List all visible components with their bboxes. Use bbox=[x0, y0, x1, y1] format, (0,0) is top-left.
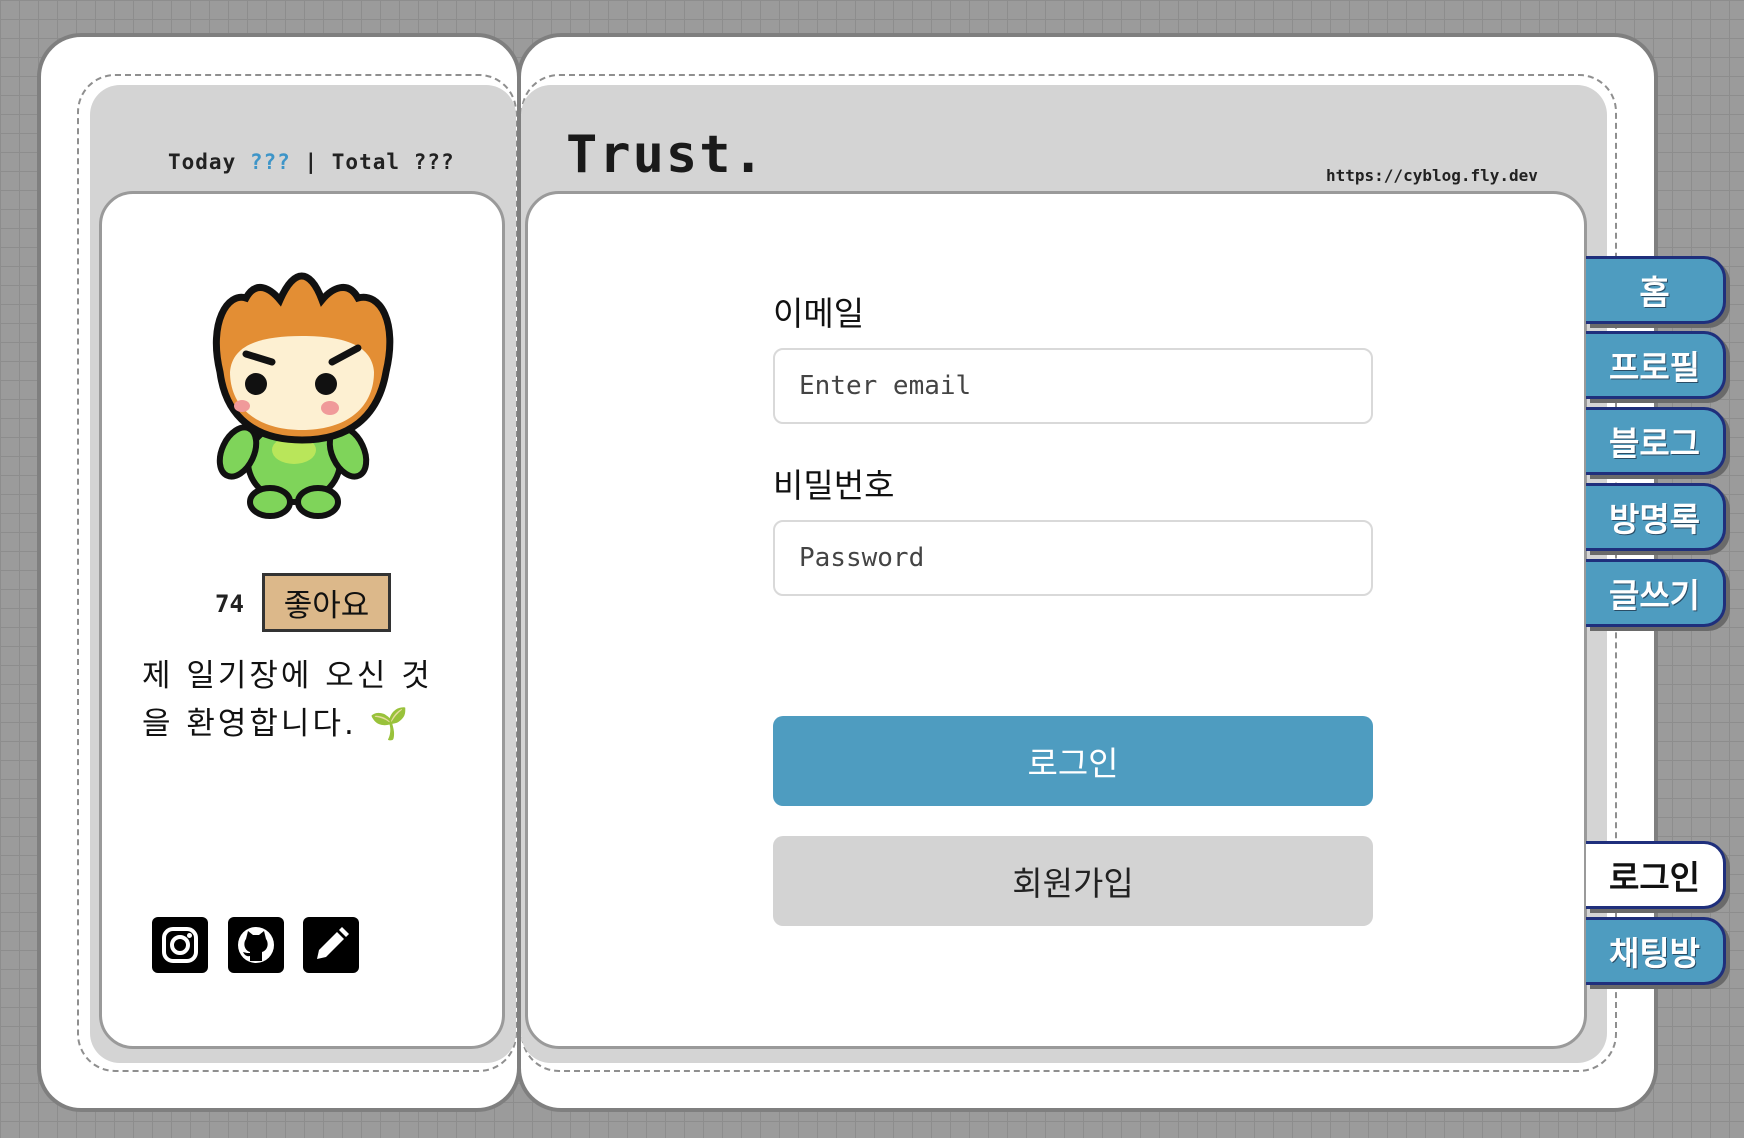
like-count: 74 bbox=[215, 590, 244, 618]
counter-separator: | bbox=[304, 150, 319, 174]
email-label: 이메일 bbox=[773, 294, 865, 333]
like-button[interactable]: 좋아요 bbox=[262, 573, 391, 632]
total-count: ??? bbox=[413, 150, 455, 174]
visitor-counter: Today ??? | Total ??? bbox=[168, 150, 455, 174]
password-label: 비밀번호 bbox=[773, 466, 895, 505]
sprout-emoji: 🌱 bbox=[369, 706, 412, 742]
login-button[interactable]: 로그인 bbox=[773, 716, 1373, 806]
site-title: Trust. bbox=[566, 125, 766, 185]
password-input[interactable] bbox=[773, 520, 1373, 596]
welcome-message: 제 일기장에 오신 것 을 환영합니다. 🌱 bbox=[142, 652, 462, 748]
tab-blog[interactable]: 블로그 bbox=[1586, 407, 1726, 475]
welcome-line-1: 제 일기장에 오신 것 bbox=[142, 658, 433, 694]
tab-write[interactable]: 글쓰기 bbox=[1586, 559, 1726, 627]
today-label: Today bbox=[168, 150, 237, 174]
tab-login[interactable]: 로그인 bbox=[1586, 841, 1726, 909]
github-icon[interactable] bbox=[228, 917, 284, 973]
total-label: Total bbox=[331, 150, 400, 174]
welcome-line-2: 을 환영합니다. bbox=[142, 706, 357, 742]
today-count: ??? bbox=[249, 150, 291, 174]
tab-chatroom[interactable]: 채팅방 bbox=[1586, 917, 1726, 985]
tab-guestbook[interactable]: 방명록 bbox=[1586, 483, 1726, 551]
tab-home[interactable]: 홈 bbox=[1586, 256, 1726, 324]
email-input[interactable] bbox=[773, 348, 1373, 424]
site-url: https://cyblog.fly.dev bbox=[1326, 166, 1538, 185]
pencil-icon[interactable] bbox=[303, 917, 359, 973]
signup-button[interactable]: 회원가입 bbox=[773, 836, 1373, 926]
tab-profile[interactable]: 프로필 bbox=[1586, 331, 1726, 399]
profile-avatar bbox=[212, 272, 394, 519]
instagram-icon[interactable] bbox=[152, 917, 208, 973]
